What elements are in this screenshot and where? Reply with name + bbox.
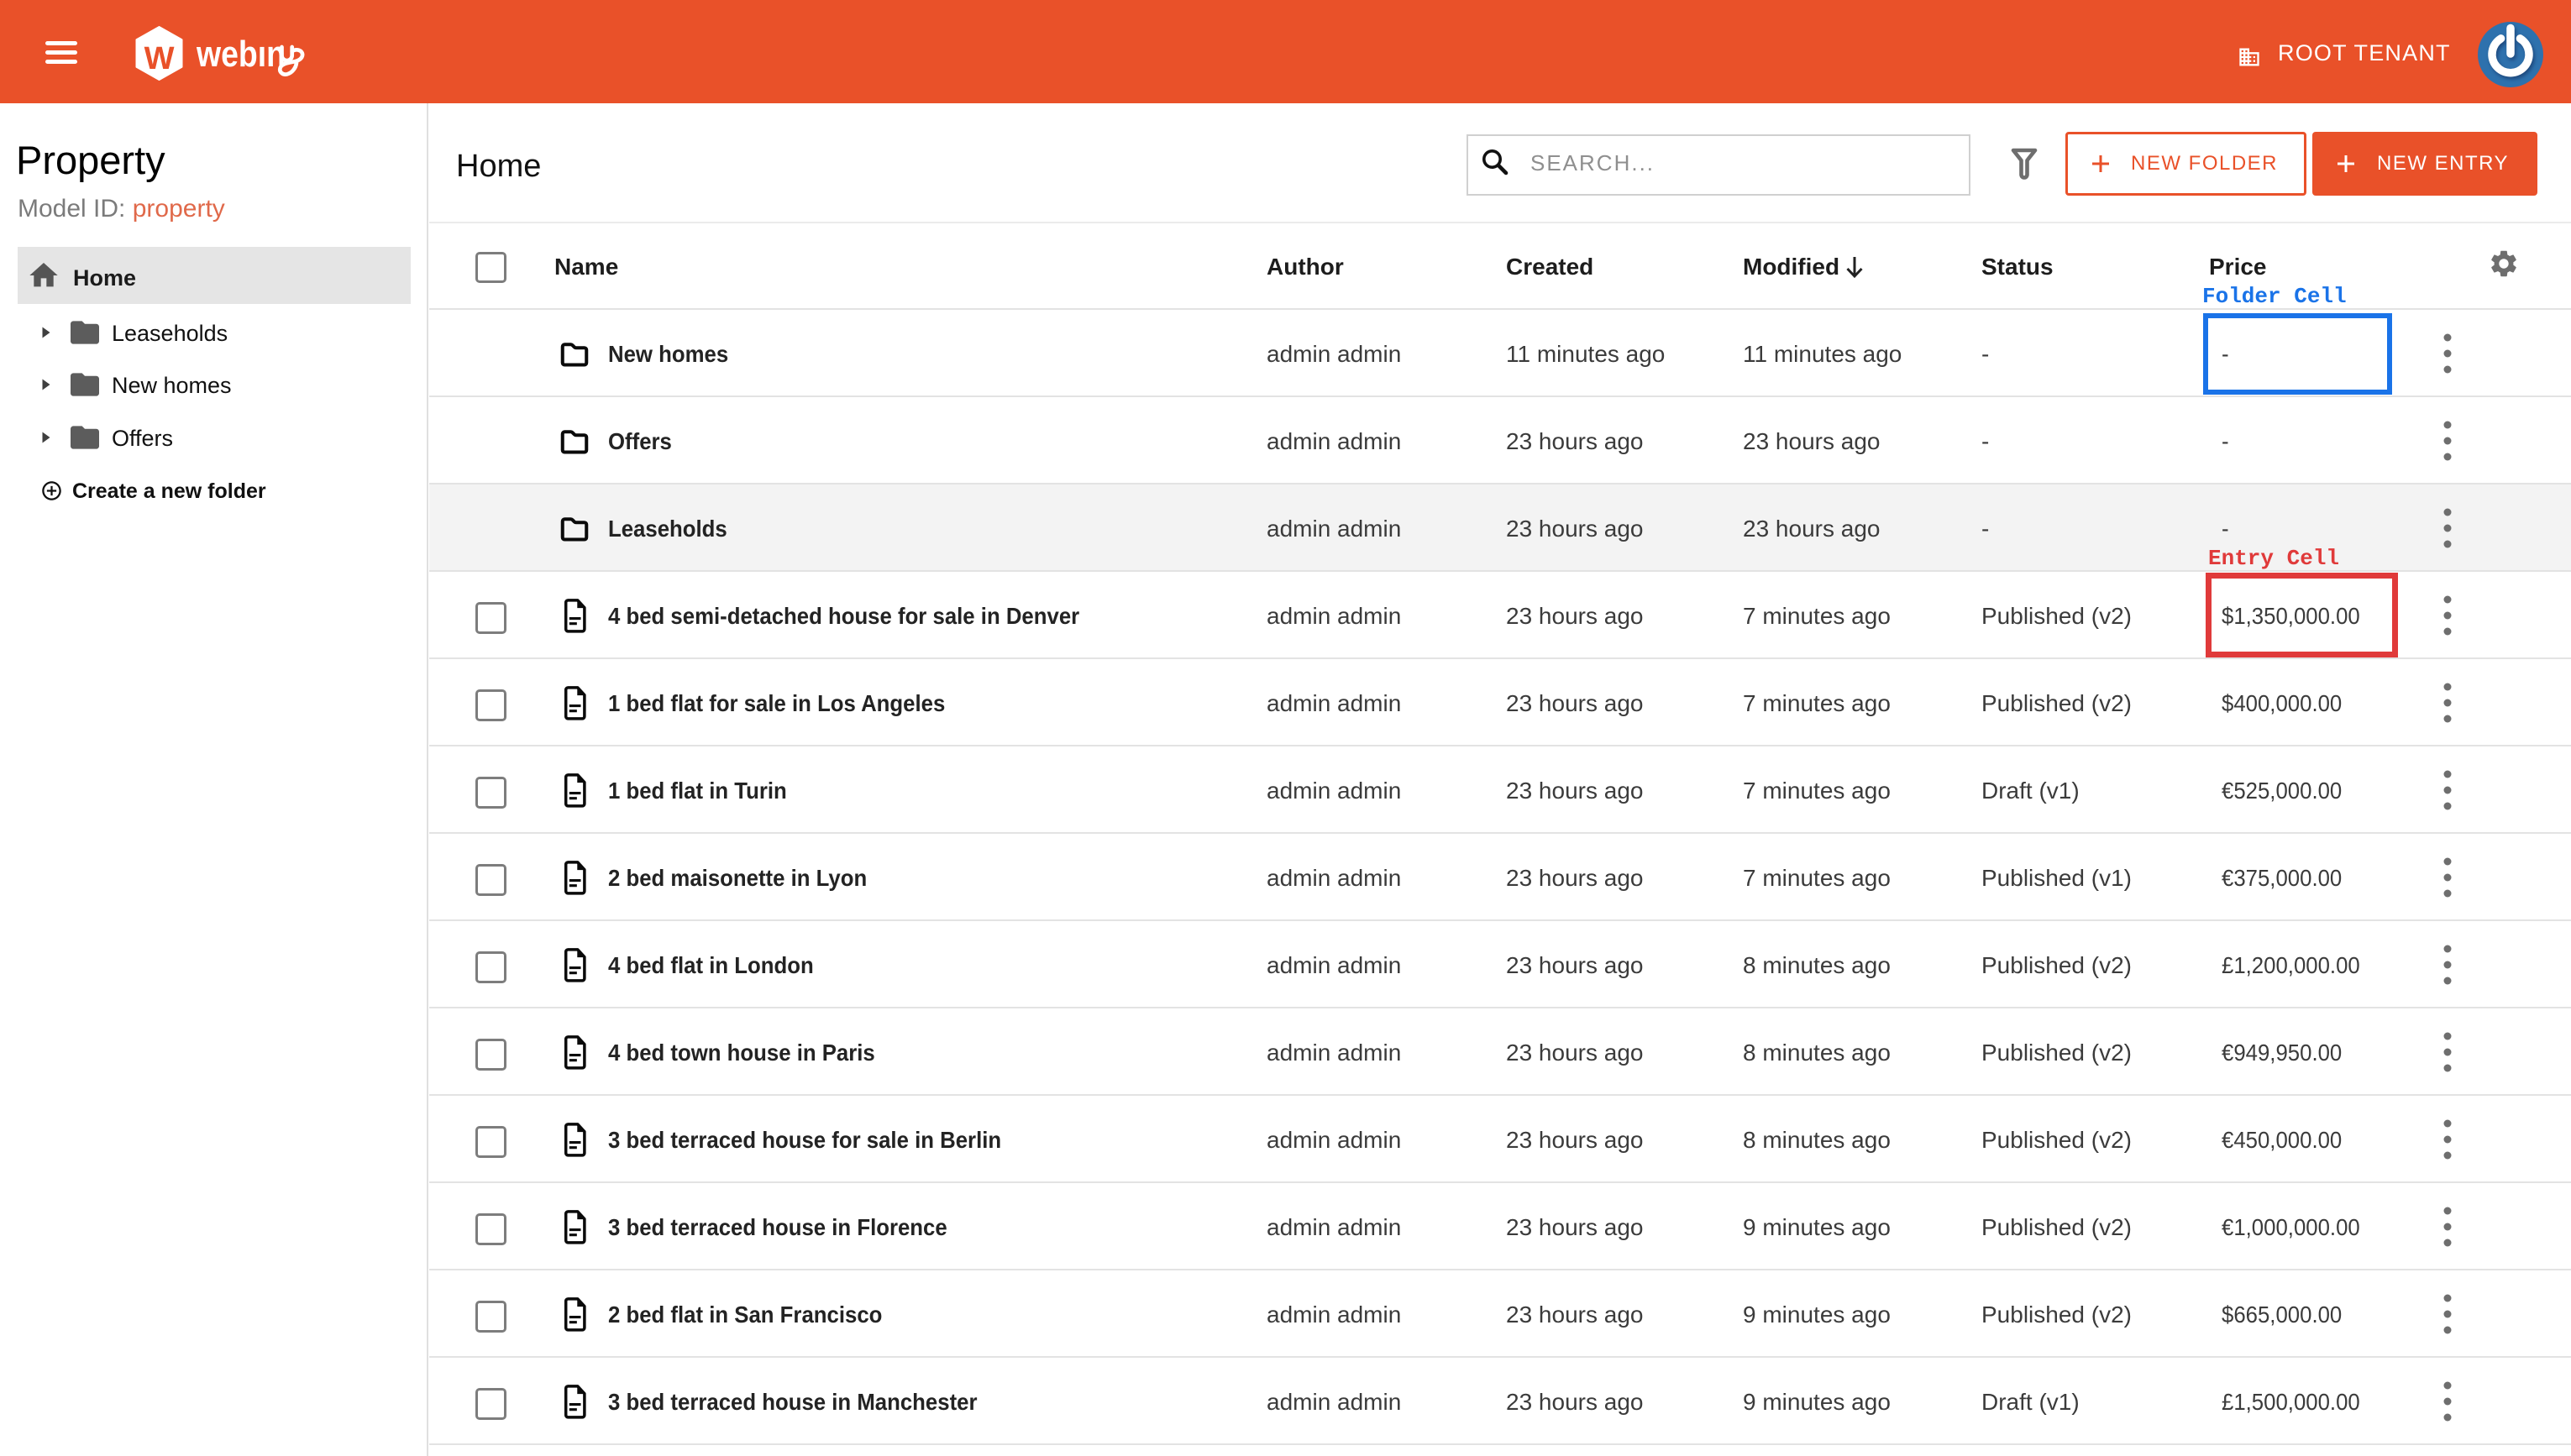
svg-text:W: W [144,41,175,76]
svg-text:webın: webın [196,33,286,75]
